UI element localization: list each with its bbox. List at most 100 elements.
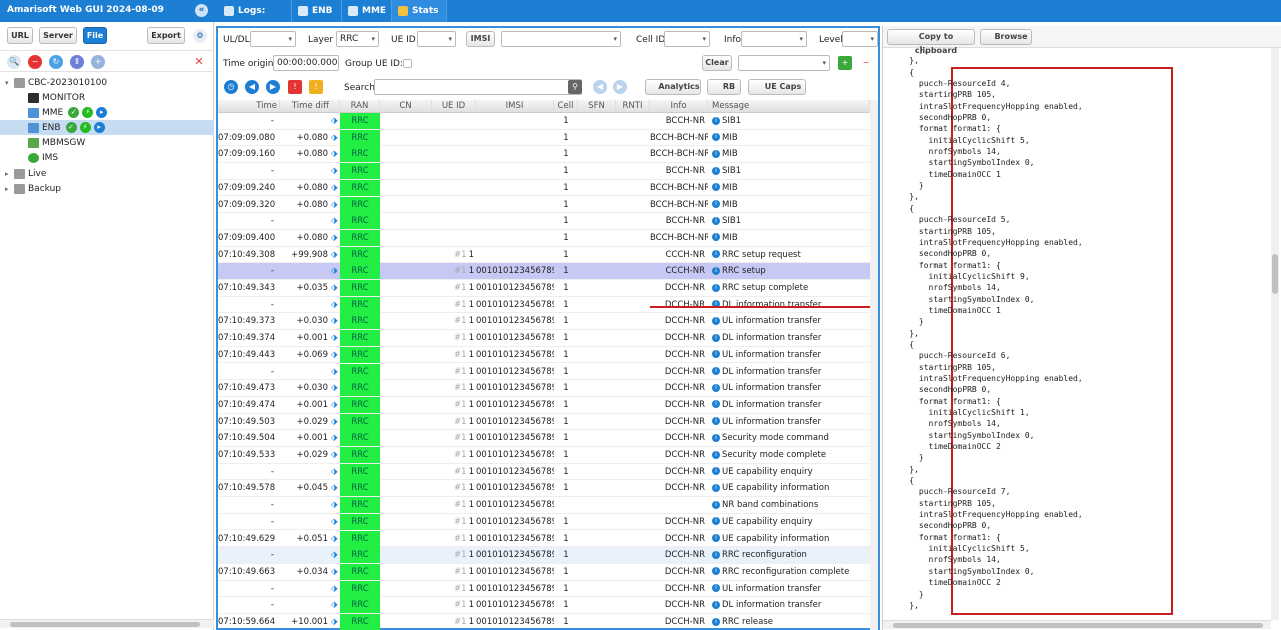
col-message[interactable]: Message [708,100,870,113]
table-row[interactable]: - ⬗ RRC 1 BCCH-NR i SIB1 [218,213,870,230]
table-row[interactable]: 07:10:49.374 +0.001 ⬗ RRC 1 #1 001010123456789… [218,330,870,347]
table-row[interactable]: 07:10:49.443 +0.069 ⬗ RRC 1 #1 001010123456789… [218,346,870,364]
table-row[interactable]: 07:10:49.629 +0.051 ⬗ RRC 1 #1 001010123456789… [218,530,870,548]
tree-node-live[interactable]: ▸ Live [5,166,46,181]
left-scrollbar[interactable] [0,619,214,628]
col-ran[interactable]: RAN [340,100,380,113]
col-rnti[interactable]: RNTI [616,100,650,113]
table-row[interactable]: - ⬗ RRC 1 BCCH-NR i SIB1 [218,163,870,180]
col-imsi[interactable]: IMSI [476,100,554,113]
analytics-button[interactable]: Analytics [645,79,701,95]
prev-match-icon[interactable]: ◀ [593,80,607,94]
search-icon[interactable]: 🔍 [7,55,21,69]
table-row[interactable]: 07:10:49.308 +99.908 ⬗ RRC 1 #1 1 CCCH-NR i RRC s… [218,246,870,264]
table-row[interactable]: 07:10:49.503 +0.029 ⬗ RRC 1 #1 001010123456789… [218,413,870,431]
uldl-label: UL/DL [223,35,250,45]
table-row[interactable]: - ⬗ RRC 1 #1 001010123456789 1 DCCH-NR i RRC reco… [218,547,870,564]
group-ue-checkbox[interactable] [403,59,412,68]
table-row[interactable]: 07:09:09.240 +0.080 ⬗ RRC 1 BCCH-BCH-NR i MIB [218,179,870,197]
settings-icon[interactable]: ⚙ [193,29,207,43]
tree-node-enb[interactable]: ENB ✓ ⚡ ▸ [0,120,214,135]
error-icon[interactable]: ! [288,80,302,94]
table-row[interactable]: 07:10:59.664 +10.001 ⬗ RRC 1 #1 00101012345678… [218,614,870,630]
uldl-select[interactable]: ▾ [250,31,296,47]
tree-node-mbmsgw[interactable]: MBMSGW [28,135,85,150]
cellid-select[interactable]: ▾ [664,31,710,47]
table-row[interactable]: 07:09:09.400 +0.080 ⬗ RRC 1 BCCH-BCH-NR i MIB [218,229,870,247]
table-row[interactable]: - ⬗ RRC 1 #1 001010123456789 1 DCCH-NR i UL infor… [218,580,870,598]
col-cell[interactable]: Cell [554,100,578,113]
arrow-right-icon[interactable]: ▶ [266,80,280,94]
add-filter-icon[interactable]: + [838,56,852,70]
table-row[interactable]: - ⬗ RRC 1 #1 001010123456789 1 DCCH-NR i UE capab… [218,463,870,481]
pause-icon[interactable]: Ⅱ [70,55,84,69]
table-scrollbar[interactable] [870,100,878,630]
copy-clipboard-button[interactable]: Copy to clipboard [887,29,975,55]
table-row[interactable]: 07:10:49.373 +0.030 ⬗ RRC 1 #1 001010123456789… [218,313,870,331]
table-row[interactable]: - ⬗ RRC 1 #1 001010123456789 1 DCCH-NR i DL infor… [218,363,870,381]
table-row[interactable]: 07:10:49.663 +0.034 ⬗ RRC 1 #1 001010123456789… [218,563,870,581]
col-time-diff[interactable]: Time diff [280,100,340,113]
warning-icon[interactable]: ! [309,80,323,94]
tree-node-cbc[interactable]: ▾ CBC-2023010100 [5,75,107,90]
tree-node-ims[interactable]: IMS [28,150,58,165]
imsi-select[interactable]: ▾ [501,31,621,47]
table-row[interactable]: - ⬗ RRC 1 #1 001010123456789 1 CCCH-NR i RRC setu… [218,263,870,280]
play-icon[interactable]: ▸ [93,122,105,133]
level-select[interactable]: ▾ [842,31,878,47]
clear-button[interactable]: Clear [702,55,732,71]
collapse-icon[interactable]: « [195,4,208,17]
table-row[interactable]: 07:10:49.474 +0.001 ⬗ RRC 1 #1 001010123456789… [218,396,870,414]
detail-hscrollbar[interactable] [883,620,1271,629]
tab-logs[interactable]: Logs: 3159 [218,0,292,38]
next-match-icon[interactable]: ▶ [613,80,627,94]
table-row[interactable]: 07:10:49.533 +0.029 ⬗ RRC 1 #1 001010123456789… [218,447,870,464]
time-origin-input[interactable]: 00:00:00.000 [273,55,339,71]
arrow-left-icon[interactable]: ◀ [245,80,259,94]
col-ue-id[interactable]: UE ID [432,100,476,113]
table-row[interactable]: 07:09:09.160 +0.080 ⬗ RRC 1 BCCH-BCH-NR i MIB [218,146,870,164]
tree-node-mme[interactable]: MME ✓ ⚡ ▸ [28,105,108,120]
export-button[interactable]: Export [147,27,185,44]
tree-node-backup[interactable]: ▸ Backup [5,181,61,196]
remove-filter-icon[interactable]: − [859,56,873,70]
play-icon[interactable]: ▸ [96,107,108,118]
rb-button[interactable]: RB [707,79,741,95]
add-icon[interactable]: + [91,55,105,69]
url-button[interactable]: URL [7,27,33,44]
col-info[interactable]: Info [650,100,708,113]
table-row[interactable]: 07:10:49.578 +0.045 ⬗ RRC 1 #1 001010123456789… [218,480,870,498]
stop-icon[interactable]: − [28,55,42,69]
table-row[interactable]: 07:10:49.473 +0.030 ⬗ RRC 1 #1 001010123456789… [218,380,870,397]
info-select[interactable]: ▾ [741,31,807,47]
imsi-button[interactable]: IMSI [466,31,495,47]
col-time[interactable]: Time [218,100,280,113]
binoculars-icon[interactable]: ⚲ [568,80,582,94]
ue-caps-button[interactable]: UE Caps [748,79,806,95]
search-input[interactable] [374,79,582,95]
table-row[interactable]: - ⬗ RRC 1 BCCH-NR i SIB1 [218,113,870,130]
filter-select[interactable]: ▾ [738,55,830,71]
tree-node-monitor[interactable]: MONITOR [28,90,85,105]
table-row[interactable]: 07:10:49.343 +0.035 ⬗ RRC 1 #1 001010123456789… [218,280,870,297]
refresh-icon[interactable]: ↻ [49,55,63,69]
server-button[interactable]: Server [39,27,77,44]
browse-button[interactable]: Browse [980,29,1032,45]
layer-select[interactable]: RRC ▾ [336,31,379,47]
tab-mme[interactable]: MME [342,0,392,22]
ueid-select[interactable]: ▾ [417,31,456,47]
detail-scrollbar[interactable] [1271,48,1279,620]
table-row[interactable]: 07:09:09.080 +0.080 ⬗ RRC 1 BCCH-BCH-NR i MIB [218,129,870,147]
table-row[interactable]: 07:09:09.320 +0.080 ⬗ RRC 1 BCCH-BCH-NR i MIB [218,196,870,214]
tab-stats[interactable]: Stats [392,0,447,22]
table-row[interactable]: - ⬗ RRC 1 #1 001010123456789 1 DCCH-NR i UE capab… [218,513,870,531]
table-row[interactable]: - ⬗ RRC 1 #1 001010123456789 i NR band combinat… [218,497,870,514]
col-sfn[interactable]: SFN [578,100,616,113]
tab-enb[interactable]: ENB [292,0,342,22]
col-cn[interactable]: CN [380,100,432,113]
clock-icon[interactable]: ◷ [224,80,238,94]
close-icon[interactable]: ✕ [192,55,206,69]
table-row[interactable]: 07:10:49.504 +0.001 ⬗ RRC 1 #1 001010123456789… [218,430,870,447]
file-button[interactable]: File [83,27,107,44]
table-row[interactable]: - ⬗ RRC 1 #1 001010123456789 1 DCCH-NR i DL infor… [218,597,870,614]
